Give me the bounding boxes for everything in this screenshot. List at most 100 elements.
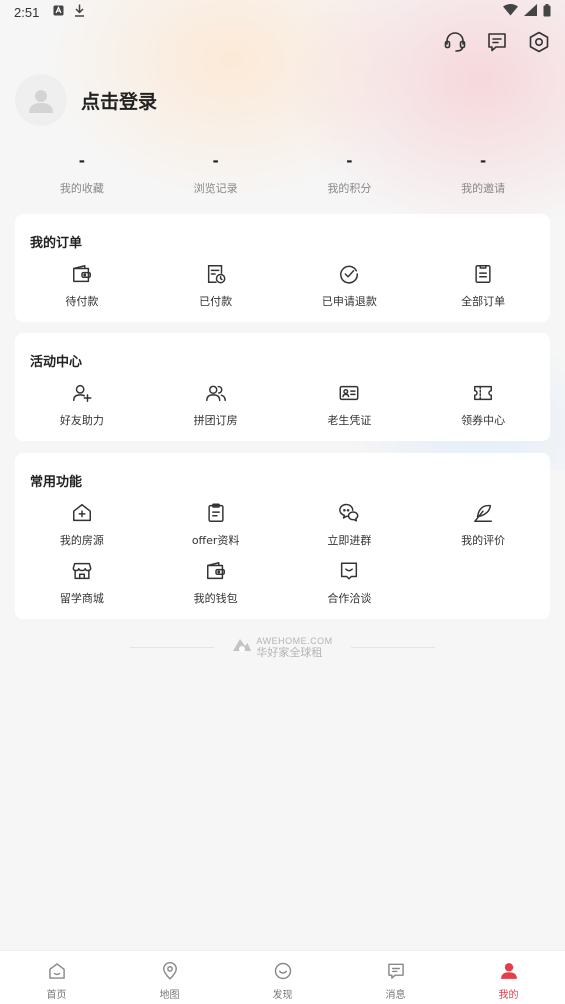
activity-coupon-center[interactable]: 领券中心 [416,381,550,439]
group-icon [204,381,228,405]
stat-label: 我的邀请 [461,182,506,195]
activity-friend-help[interactable]: 好友助力 [15,381,149,439]
footer-brand: AWEHOME.COM 华好家全球租 [0,634,565,660]
cell-label: 我的评价 [461,534,506,547]
cell-label: 全部订单 [461,295,506,308]
feather-pen-icon [471,501,495,525]
tab-label: 我的 [498,990,519,1001]
status-time: 2:51 [14,4,40,20]
store-icon [70,559,94,583]
stat-label: 我的积分 [327,182,372,195]
customer-service-icon[interactable] [443,30,467,54]
ticket-icon [471,381,495,405]
stat-label: 我的收藏 [59,182,104,195]
order-paid[interactable]: 已付款 [149,262,283,320]
check-circle-icon [337,262,361,286]
stat-value: - [480,152,487,170]
tab-label: 发现 [272,990,293,1001]
orders-card: 我的订单 待付款 已付款 已申请退款 全部订单 [15,214,550,322]
stat-history[interactable]: - 浏览记录 [149,152,283,196]
cell-label: 留学商城 [59,592,104,605]
function-study-mall[interactable]: 留学商城 [15,559,149,617]
cell-label: 已付款 [199,295,233,308]
user-icon [498,960,520,982]
tab-map[interactable]: 地图 [113,951,226,1004]
cell-label: 立即进群 [327,534,372,547]
wallet-icon [70,262,94,286]
brand-cn: 华好家全球租 [256,645,323,659]
message-icon [385,960,407,982]
cell-label: offer资料 [191,534,240,547]
stat-invites[interactable]: - 我的邀请 [416,152,550,196]
cell-label: 拼团订房 [193,414,238,427]
activity-group-booking[interactable]: 拼团订房 [149,381,283,439]
clipboard-icon [471,262,495,286]
function-my-reviews[interactable]: 我的评价 [416,501,550,559]
login-label: 点击登录 [81,90,158,113]
tab-home[interactable]: 首页 [0,951,113,1004]
signal-icon [524,4,537,20]
stat-favorites[interactable]: - 我的收藏 [15,152,149,196]
stat-label: 浏览记录 [193,182,238,195]
wallet-icon [204,559,228,583]
download-icon [74,4,85,21]
house-plus-icon [70,501,94,525]
order-all[interactable]: 全部订单 [416,262,550,320]
brand-en: AWEHOME.COM [256,635,333,646]
function-join-group[interactable]: 立即进群 [283,501,417,559]
order-refund-requested[interactable]: 已申请退款 [283,262,417,320]
cell-label: 老生凭证 [327,414,372,427]
stat-value: - [346,152,353,170]
tab-discover[interactable]: 发现 [226,951,339,1004]
smile-icon [272,960,294,982]
divider [350,646,435,648]
battery-icon [543,3,551,21]
function-cooperation[interactable]: 合作洽谈 [283,559,417,617]
tab-label: 首页 [46,990,67,1001]
card-title: 活动中心 [30,355,83,370]
cell-label: 待付款 [65,295,99,308]
bottom-tab-bar: 首页 地图 发现 消息 我的 [0,950,565,1004]
cell-label: 合作洽谈 [327,592,372,605]
card-title: 常用功能 [30,475,83,490]
cell-label: 我的房源 [59,534,104,547]
stat-value: - [78,152,85,170]
stat-value: - [212,152,219,170]
tab-mine[interactable]: 我的 [452,951,565,1004]
cell-label: 我的钱包 [193,592,238,605]
order-pending-payment[interactable]: 待付款 [15,262,149,320]
handshake-message-icon [337,559,361,583]
home-icon [46,960,68,982]
cell-label: 已申请退款 [321,295,377,308]
tab-messages[interactable]: 消息 [339,951,452,1004]
login-area[interactable]: 点击登录 [15,74,157,126]
brand-logo-icon [232,636,252,658]
avatar [15,74,67,126]
function-offer-docs[interactable]: offer资料 [149,501,283,559]
receipt-clock-icon [204,262,228,286]
card-title: 我的订单 [30,236,83,251]
clipboard-doc-icon [204,501,228,525]
top-actions [443,30,551,54]
chat-group-icon [337,501,361,525]
notification-a-icon [53,5,64,20]
cell-label: 好友助力 [59,414,104,427]
id-card-icon [337,381,361,405]
functions-card: 常用功能 我的房源 offer资料 立即进群 我的评价 留学商城 我的钱包 合作… [15,453,550,619]
settings-icon[interactable] [527,30,551,54]
tab-label: 地图 [159,990,180,1001]
activity-card: 活动中心 好友助力 拼团订房 老生凭证 领券中心 [15,333,550,441]
wifi-icon [503,4,518,20]
add-friend-icon [70,381,94,405]
tab-label: 消息 [385,990,406,1001]
stats-row: - 我的收藏 - 浏览记录 - 我的积分 - 我的邀请 [15,152,550,196]
function-my-wallet[interactable]: 我的钱包 [149,559,283,617]
function-my-listings[interactable]: 我的房源 [15,501,149,559]
status-bar: 2:51 [0,0,565,24]
map-pin-icon [159,960,181,982]
message-board-icon[interactable] [485,30,509,54]
stat-points[interactable]: - 我的积分 [283,152,417,196]
divider [130,646,215,648]
activity-student-credential[interactable]: 老生凭证 [283,381,417,439]
cell-label: 领券中心 [461,414,506,427]
